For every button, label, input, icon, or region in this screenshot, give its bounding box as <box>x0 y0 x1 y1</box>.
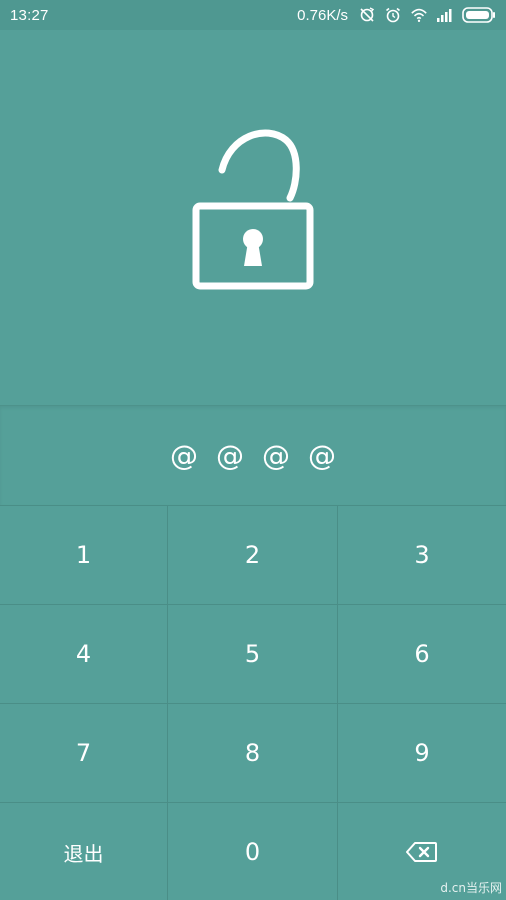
sync-off-icon <box>358 6 376 24</box>
battery-icon <box>462 6 496 24</box>
pin-char-1: @ <box>170 439 198 472</box>
key-4[interactable]: 4 <box>0 605 168 704</box>
key-5[interactable]: 5 <box>168 605 338 704</box>
key-1[interactable]: 1 <box>0 506 168 605</box>
key-2[interactable]: 2 <box>168 506 338 605</box>
key-3[interactable]: 3 <box>338 506 506 605</box>
keypad: 1 2 3 4 5 6 7 8 9 退出 0 <box>0 505 506 900</box>
unlocked-padlock-icon <box>192 129 314 290</box>
wifi-icon <box>410 6 428 24</box>
key-9[interactable]: 9 <box>338 704 506 803</box>
lock-screen: 13:27 0.76K/s @ @ @ @ 1 2 3 4 5 6 7 8 9 … <box>0 0 506 900</box>
pin-char-2: @ <box>216 439 244 472</box>
key-6[interactable]: 6 <box>338 605 506 704</box>
backspace-icon <box>406 842 437 862</box>
status-time: 13:27 <box>10 6 49 24</box>
pin-char-3: @ <box>262 439 290 472</box>
lock-area <box>0 30 506 405</box>
status-bar: 13:27 0.76K/s <box>0 0 506 30</box>
pin-display: @ @ @ @ <box>0 405 506 505</box>
key-0[interactable]: 0 <box>168 803 338 900</box>
alarm-icon <box>384 6 402 24</box>
exit-button[interactable]: 退出 <box>0 803 168 900</box>
key-8[interactable]: 8 <box>168 704 338 803</box>
network-speed: 0.76K/s <box>297 6 348 24</box>
key-7[interactable]: 7 <box>0 704 168 803</box>
signal-icon <box>436 6 454 24</box>
pin-char-4: @ <box>308 439 336 472</box>
status-icons: 0.76K/s <box>297 6 496 24</box>
watermark: d.cn当乐网 <box>440 881 502 895</box>
